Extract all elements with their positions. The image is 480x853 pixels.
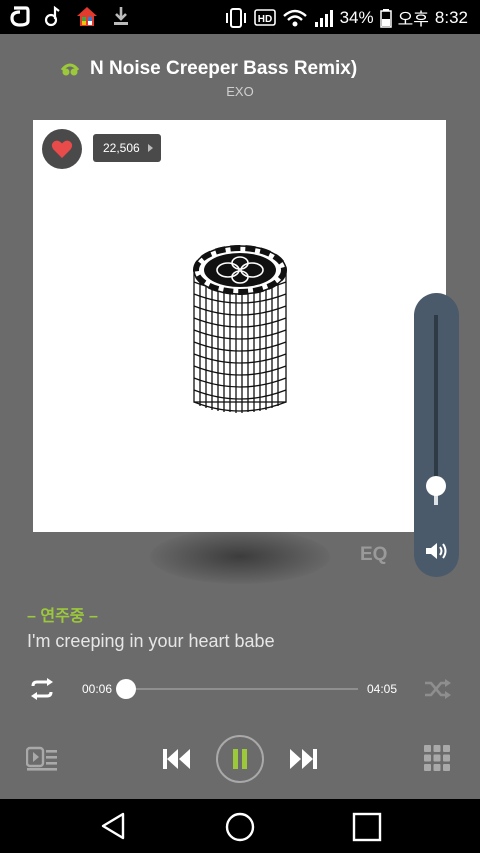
player-screen: N Noise Creeper Bass Remix) EXO 22,506 E… <box>0 34 480 799</box>
status-time: 8:32 <box>434 7 468 27</box>
grid-menu-icon[interactable] <box>424 745 450 771</box>
next-icon[interactable] <box>288 748 318 770</box>
eq-button[interactable]: EQ <box>360 544 387 566</box>
track-artist[interactable]: EXO <box>0 84 480 99</box>
status-ampm: 오후 <box>397 10 429 29</box>
svg-text:HD: HD <box>257 14 271 25</box>
speaker-icon[interactable] <box>425 541 449 561</box>
olleh-icon <box>10 6 30 27</box>
album-reflection <box>150 529 330 584</box>
shuffle-icon[interactable] <box>424 679 452 699</box>
status-bar: HD 34% 오후 8:32 <box>0 0 480 34</box>
seek-bar[interactable] <box>115 679 358 699</box>
battery-percent: 34% <box>339 7 374 27</box>
hd-icon: HD <box>253 8 276 26</box>
album-cover-graphic <box>193 245 287 413</box>
like-count-badge[interactable]: 22,506 <box>93 134 161 162</box>
music-note-icon <box>44 5 60 27</box>
wifi-icon <box>282 9 307 26</box>
track-title: N Noise Creeper Bass Remix) <box>90 58 358 79</box>
download-icon <box>114 7 128 25</box>
home-icon[interactable] <box>225 812 255 842</box>
pause-icon <box>233 749 247 769</box>
play-pause-button[interactable] <box>216 735 264 783</box>
like-button[interactable] <box>42 129 82 169</box>
playing-indicator-icon <box>60 63 80 76</box>
seek-row: 00:06 04:05 <box>0 674 480 704</box>
volume-knob[interactable] <box>426 476 446 496</box>
home-app-icon <box>77 7 97 26</box>
chevron-right-icon <box>147 144 153 152</box>
vibrate-icon <box>225 7 246 28</box>
playlist-icon[interactable] <box>26 746 58 772</box>
playback-controls <box>0 734 480 784</box>
system-nav-bar <box>0 799 480 853</box>
previous-icon[interactable] <box>162 748 192 770</box>
album-art[interactable]: 22,506 <box>33 120 446 532</box>
lyrics-status: – 연주중 – <box>27 608 98 625</box>
signal-icon <box>314 9 333 27</box>
current-time: 00:06 <box>82 682 113 696</box>
like-count: 22,506 <box>103 141 140 155</box>
lyrics-line[interactable]: I'm creeping in your heart babe <box>27 631 275 652</box>
heart-icon <box>51 140 73 158</box>
title-row: N Noise Creeper Bass Remix) <box>60 58 357 80</box>
volume-panel <box>414 293 459 577</box>
recent-apps-icon[interactable] <box>352 812 382 842</box>
back-icon[interactable] <box>100 812 126 840</box>
total-time: 04:05 <box>367 682 398 696</box>
battery-icon <box>379 8 392 28</box>
repeat-icon[interactable] <box>27 678 57 700</box>
seek-knob[interactable] <box>115 679 136 699</box>
